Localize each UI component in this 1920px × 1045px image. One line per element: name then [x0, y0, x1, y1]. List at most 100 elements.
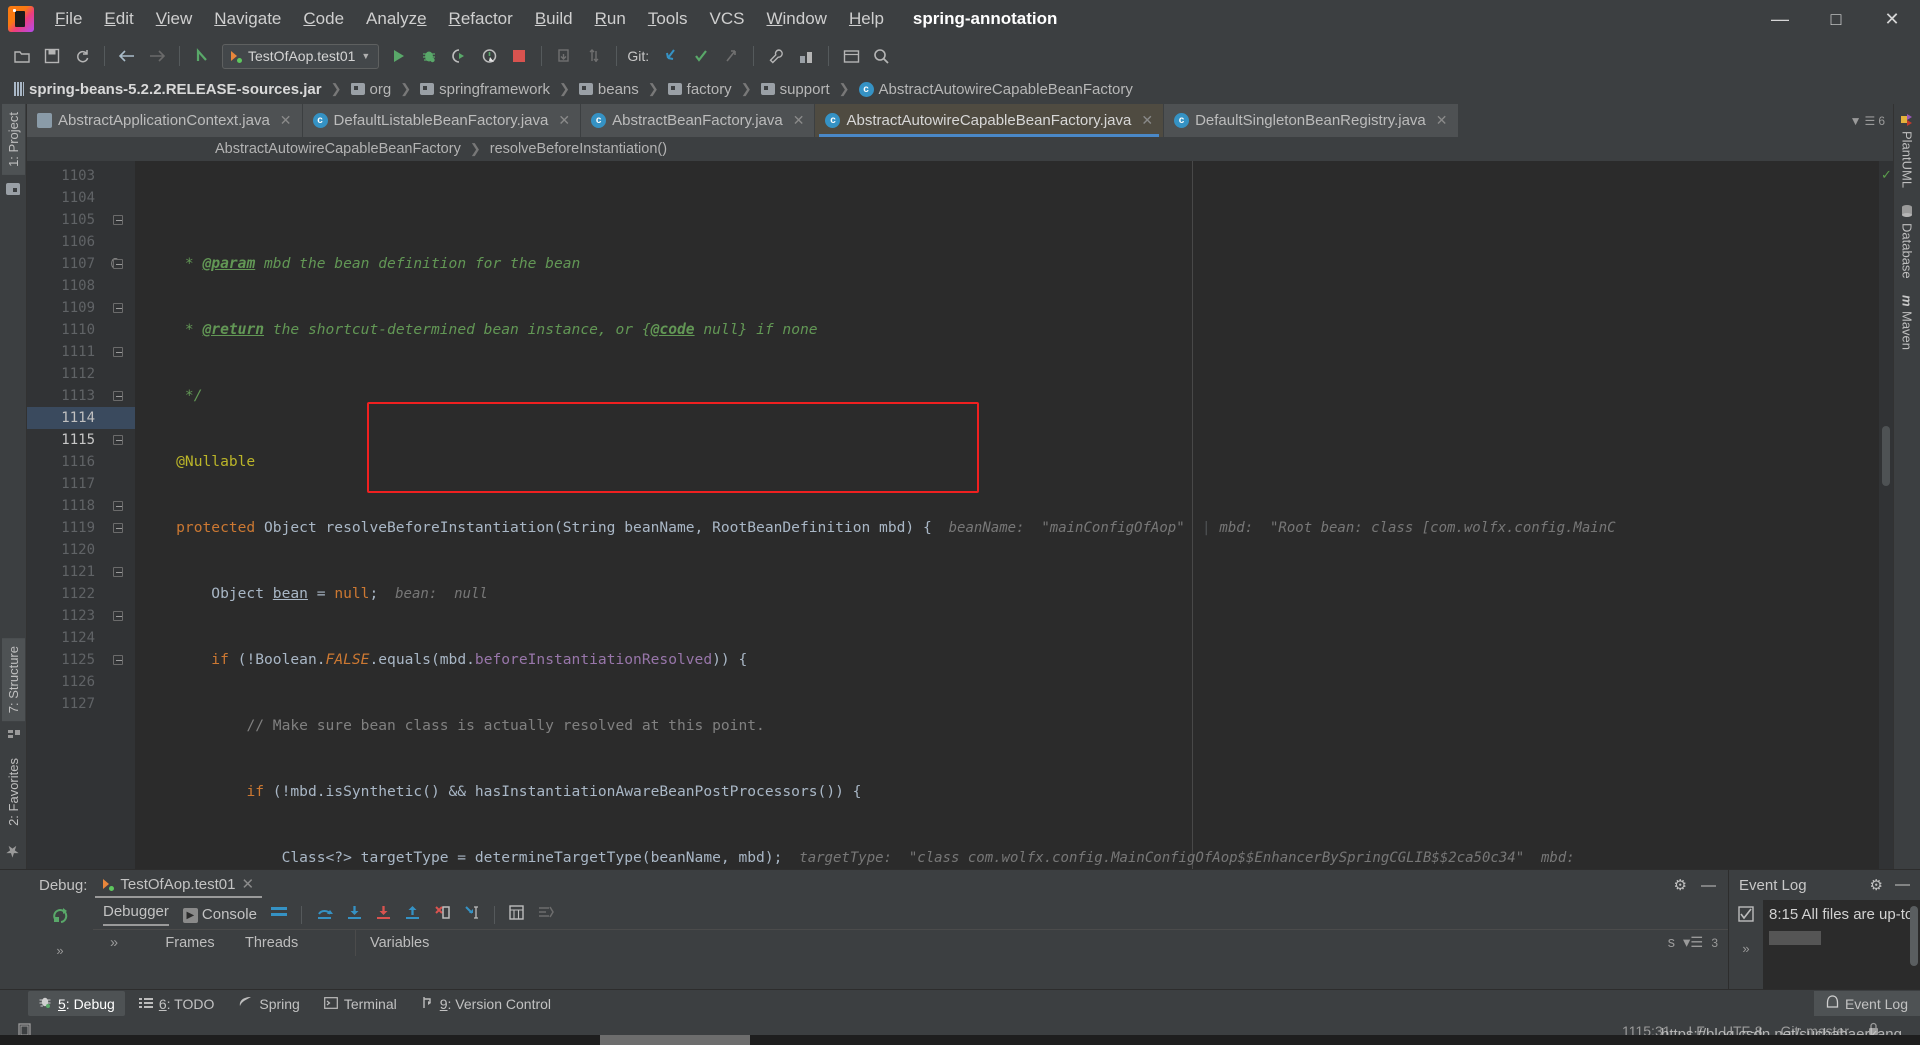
- resume-program-icon[interactable]: [51, 906, 70, 931]
- checkbox-icon[interactable]: [1738, 906, 1754, 927]
- menu-view[interactable]: View: [145, 5, 204, 33]
- editor-breadcrumb-class[interactable]: AbstractAutowireCapableBeanFactory: [215, 141, 461, 157]
- last-edit-location-icon[interactable]: [188, 43, 216, 69]
- debug-session-tab[interactable]: TestOfAop.test01 ✕: [95, 872, 263, 898]
- structure-icon[interactable]: [3, 721, 24, 750]
- navigate-back-icon[interactable]: [113, 43, 141, 69]
- menu-window[interactable]: Window: [755, 5, 837, 33]
- project-folder-icon[interactable]: [2, 175, 24, 203]
- sidebar-item-plantuml[interactable]: PlantUML: [1896, 104, 1919, 196]
- fold-marker-icon[interactable]: [113, 259, 123, 269]
- drop-frame-icon[interactable]: [434, 905, 450, 924]
- close-tab-icon[interactable]: ✕: [1141, 112, 1153, 129]
- sidebar-item-favorites[interactable]: 2: Favorites: [2, 750, 25, 834]
- threads-header[interactable]: Threads: [245, 935, 355, 951]
- frames-header[interactable]: Frames: [135, 935, 245, 951]
- settings-wrench-icon[interactable]: [762, 43, 790, 69]
- menu-vcs[interactable]: VCS: [699, 5, 756, 33]
- debug-attach-icon[interactable]: [445, 43, 473, 69]
- tab-console[interactable]: ▶ Console: [182, 906, 257, 923]
- search-everywhere-icon[interactable]: [867, 43, 895, 69]
- editor-tab-overflow[interactable]: ▼ ☰ 6: [1842, 104, 1893, 137]
- error-stripe-scrollbar[interactable]: ✓: [1879, 161, 1893, 869]
- event-log-scrollbar[interactable]: [1910, 906, 1918, 966]
- layout-settings-icon[interactable]: [270, 906, 287, 923]
- close-button[interactable]: ✕: [1864, 0, 1920, 38]
- sidebar-item-database[interactable]: Database: [1896, 196, 1919, 287]
- breadcrumb-jar[interactable]: spring-beans-5.2.2.RELEASE-sources.jar: [10, 79, 326, 100]
- editor-tab-defaultsingletonbeanregistry[interactable]: c DefaultSingletonBeanRegistry.java ✕: [1164, 104, 1459, 137]
- sidebar-item-structure[interactable]: 7: Structure: [1, 637, 25, 722]
- close-session-icon[interactable]: ✕: [241, 875, 254, 893]
- tab-debugger[interactable]: Debugger: [103, 903, 169, 926]
- variables-header[interactable]: Variables: [356, 935, 1668, 951]
- star-icon[interactable]: ★: [0, 834, 27, 869]
- fold-marker-icon[interactable]: [113, 567, 123, 577]
- menu-navigate[interactable]: Navigate: [203, 5, 292, 33]
- project-structure-icon[interactable]: [837, 43, 865, 69]
- breadcrumb-class[interactable]: c AbstractAutowireCapableBeanFactory: [855, 79, 1137, 100]
- run-configuration-selector[interactable]: TestOfAop.test01 ▼: [222, 43, 380, 69]
- run-to-cursor-icon[interactable]: [464, 905, 480, 924]
- toolwindow-todo[interactable]: 6: TODO: [129, 992, 225, 1016]
- editor-tab-abstractautowirecapablebeanfactory[interactable]: c AbstractAutowireCapableBeanFactory.jav…: [815, 104, 1165, 137]
- breadcrumb-factory[interactable]: factory: [664, 79, 736, 100]
- gear-icon[interactable]: ⚙: [1870, 876, 1883, 894]
- fold-marker-icon[interactable]: [113, 391, 123, 401]
- breadcrumb-beans[interactable]: beans: [575, 79, 643, 100]
- force-step-into-icon[interactable]: [376, 905, 391, 924]
- breadcrumb-support[interactable]: support: [757, 79, 834, 100]
- menu-edit[interactable]: Edit: [93, 5, 144, 33]
- fold-marker-icon[interactable]: [113, 501, 123, 511]
- mute-breakpoints-icon[interactable]: [538, 905, 554, 924]
- fold-marker-icon[interactable]: [113, 303, 123, 313]
- sidebar-item-maven[interactable]: m Maven: [1896, 287, 1919, 359]
- update-project-icon[interactable]: [550, 43, 578, 69]
- git-update-icon[interactable]: [657, 43, 685, 69]
- step-over-icon[interactable]: [316, 905, 333, 924]
- editor-breadcrumb-method[interactable]: resolveBeforeInstantiation(): [490, 141, 667, 157]
- menu-analyze[interactable]: Analyze: [355, 5, 438, 33]
- toolwindow-terminal[interactable]: Terminal: [314, 992, 407, 1016]
- fold-marker-icon[interactable]: [113, 435, 123, 445]
- sync-icon[interactable]: [68, 43, 96, 69]
- gear-icon[interactable]: ⚙: [1674, 876, 1687, 894]
- open-folder-icon[interactable]: [8, 43, 36, 69]
- menu-code[interactable]: Code: [292, 5, 355, 33]
- run-button[interactable]: [385, 43, 413, 69]
- toolwindow-debug[interactable]: 5: Debug: [28, 991, 125, 1016]
- menu-help[interactable]: Help: [838, 5, 895, 33]
- fold-marker-icon[interactable]: [113, 215, 123, 225]
- fold-marker-icon[interactable]: [113, 611, 123, 621]
- code-text-area[interactable]: * @param mbd the bean definition for the…: [135, 161, 1879, 869]
- commit-icon[interactable]: [580, 43, 608, 69]
- git-push-icon[interactable]: [717, 43, 745, 69]
- step-out-icon[interactable]: [405, 905, 420, 924]
- close-tab-icon[interactable]: ✕: [280, 112, 292, 129]
- sidebar-item-project[interactable]: 1: Project: [1, 104, 25, 175]
- step-into-icon[interactable]: [347, 905, 362, 924]
- expand-frames-icon[interactable]: »: [93, 935, 135, 951]
- fold-marker-icon[interactable]: [113, 523, 123, 533]
- profile-icon[interactable]: [475, 43, 503, 69]
- toolwindow-spring[interactable]: Spring: [228, 992, 309, 1016]
- stop-button[interactable]: [505, 43, 533, 69]
- maximize-button[interactable]: □: [1808, 0, 1864, 38]
- menu-run[interactable]: Run: [584, 5, 637, 33]
- close-tab-icon[interactable]: ✕: [1436, 112, 1448, 129]
- variables-sort-icon[interactable]: ▾☰: [1683, 935, 1703, 951]
- toolwindow-event-log[interactable]: Event Log: [1813, 991, 1920, 1016]
- breadcrumb-springframework[interactable]: springframework: [416, 79, 554, 100]
- menu-refactor[interactable]: Refactor: [438, 5, 524, 33]
- editor-tab-abstractapplicationcontext[interactable]: AbstractApplicationContext.java ✕: [27, 104, 303, 137]
- fold-marker-icon[interactable]: [113, 347, 123, 357]
- editor-tab-defaultlistablebeanfactory[interactable]: c DefaultListableBeanFactory.java ✕: [302, 104, 582, 137]
- toolwindow-version-control[interactable]: 9: Version Control: [411, 992, 561, 1016]
- expand-actions-icon[interactable]: »: [56, 943, 63, 958]
- menu-tools[interactable]: Tools: [637, 5, 699, 33]
- database-toolbar-icon[interactable]: [792, 43, 820, 69]
- close-tab-icon[interactable]: ✕: [558, 112, 570, 129]
- evaluate-expression-icon[interactable]: [509, 905, 524, 924]
- breadcrumb-org[interactable]: org: [347, 79, 396, 100]
- menu-build[interactable]: Build: [524, 5, 584, 33]
